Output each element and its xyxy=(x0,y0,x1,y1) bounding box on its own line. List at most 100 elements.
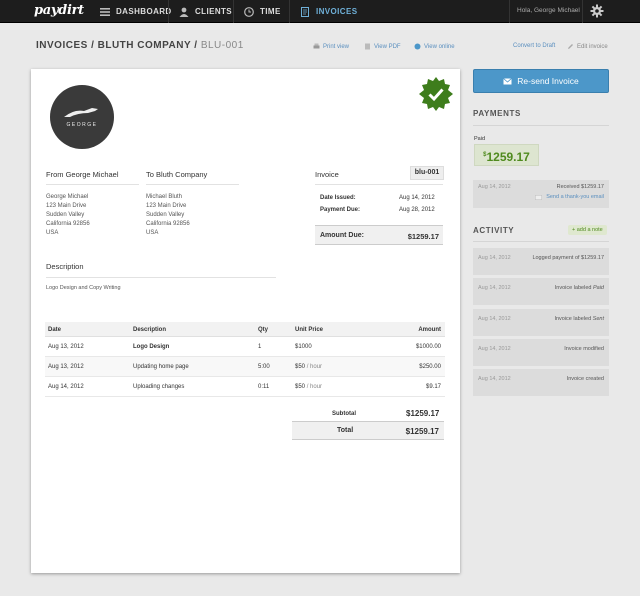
company-logo: GEORGE xyxy=(50,85,114,149)
gear-icon[interactable] xyxy=(590,4,604,18)
nav-label: DASHBOARD xyxy=(116,7,172,16)
address-line: California 92856 xyxy=(146,221,190,227)
convert-to-draft-link[interactable]: Convert to Draft xyxy=(513,43,555,49)
row-price: $1000 xyxy=(295,344,312,350)
nav-invoices[interactable]: INVOICES xyxy=(300,0,357,23)
activity-text: Invoice modified xyxy=(564,346,604,352)
activity-heading: ACTIVITY xyxy=(473,226,515,235)
activity-text-main: Invoice labeled xyxy=(554,285,593,291)
add-note-button[interactable]: + add a note xyxy=(568,225,607,235)
activity-text: Invoice labeled Sent xyxy=(554,316,604,322)
activity-date: Aug 14, 2012 xyxy=(478,316,511,322)
address-line: Sudden Valley xyxy=(46,212,85,218)
giraffe-logo-icon xyxy=(64,108,98,117)
breadcrumb-path[interactable]: INVOICES / BLUTH COMPANY / xyxy=(36,40,201,51)
from-address: George Michael 123 Main Drive Sudden Val… xyxy=(46,193,90,238)
total-box: Total $1259.17 xyxy=(292,421,444,440)
paid-check-badge-icon xyxy=(419,77,453,111)
table-row: Aug 13, 2012 Logo Design 1 $1000 $1000.0… xyxy=(45,337,445,357)
row-description: Logo Design xyxy=(133,344,170,350)
date-issued-value: Aug 14, 2012 xyxy=(399,195,435,201)
edit-invoice-link[interactable]: Edit invoice xyxy=(567,43,608,50)
activity-text-main: Invoice modified xyxy=(564,346,604,352)
row-date: Aug 14, 2012 xyxy=(48,384,84,390)
address-line: Michael Bluth xyxy=(146,194,183,200)
address-line: Sudden Valley xyxy=(146,212,185,218)
convert-to-draft-label: Convert to Draft xyxy=(513,43,556,49)
amount-due-box: Amount Due: $1259.17 xyxy=(315,225,443,245)
row-description: Uploading changes xyxy=(133,384,185,390)
address-line: 123 Main Drive xyxy=(46,203,87,209)
col-amount: Amount xyxy=(418,327,441,333)
activity-text-main: Logged payment of $1259.17 xyxy=(532,255,604,261)
activity-item: Aug 14, 2012 Invoice labeled Paid xyxy=(473,278,609,305)
nav-label: INVOICES xyxy=(316,7,358,16)
description-text: Logo Design and Copy Writing xyxy=(46,285,121,291)
view-pdf-link[interactable]: View PDF xyxy=(364,43,401,50)
amount-due-value: $1259.17 xyxy=(407,232,439,241)
row-amount: $9.17 xyxy=(425,384,441,390)
view-pdf-label: View PDF xyxy=(374,43,401,50)
invoice-document: GEORGE From George Michael To Bluth Comp… xyxy=(31,69,460,573)
person-icon xyxy=(179,7,189,17)
nav-clients[interactable]: CLIENTS xyxy=(179,0,232,23)
payment-text: Received $1259.17 xyxy=(556,184,604,190)
pdf-icon xyxy=(365,43,370,50)
pencil-icon xyxy=(568,44,573,49)
breadcrumb-current: BLU-001 xyxy=(200,40,244,51)
activity-date: Aug 14, 2012 xyxy=(478,376,511,382)
row-price-unit: / hour xyxy=(306,384,323,390)
activity-text: Invoice labeled Paid xyxy=(555,285,604,291)
row-price: $50 / hour xyxy=(295,384,322,390)
print-view-link[interactable]: Print view xyxy=(313,43,349,50)
row-price-value: $50 xyxy=(295,364,306,370)
top-nav-bar: paydirt DASHBOARD CLIENTS TIME INVOICES … xyxy=(0,0,640,23)
activity-text-emph: Paid xyxy=(592,285,604,291)
from-heading: From George Michael xyxy=(46,170,119,179)
activity-text: Logged payment of $1259.17 xyxy=(532,255,604,261)
app-logo[interactable]: paydirt xyxy=(34,3,84,18)
activity-date: Aug 14, 2012 xyxy=(478,255,511,261)
address-line: George Michael xyxy=(46,194,89,200)
nav-label: TIME xyxy=(260,7,281,16)
paid-value: 1259.17 xyxy=(486,150,530,164)
table-row: Aug 13, 2012 Updating home page 5:00 $50… xyxy=(45,357,445,377)
payment-due-value: Aug 28, 2012 xyxy=(399,207,435,213)
activity-item: Aug 14, 2012 Logged payment of $1259.17 xyxy=(473,248,609,275)
activity-text-main: Invoice labeled xyxy=(554,316,593,322)
activity-date: Aug 14, 2012 xyxy=(478,346,511,352)
col-qty: Qty xyxy=(258,327,269,333)
to-address: Michael Bluth 123 Main Drive Sudden Vall… xyxy=(146,193,190,238)
row-amount: $250.00 xyxy=(419,364,441,370)
address-line: USA xyxy=(146,230,159,236)
activity-text-emph: Sent xyxy=(592,316,604,322)
line-items-header: Date Description Qty Unit Price Amount xyxy=(45,322,445,337)
row-description: Updating home page xyxy=(133,364,189,370)
resend-label: Re-send Invoice xyxy=(517,76,579,86)
col-unit-price: Unit Price xyxy=(295,327,324,333)
nav-time[interactable]: TIME xyxy=(244,0,281,23)
user-greeting[interactable]: Hola, George Michael xyxy=(517,7,580,14)
payment-due-label: Payment Due: xyxy=(320,207,361,213)
send-thank-you-link[interactable]: Send a thank-you email xyxy=(535,194,604,200)
resend-invoice-button[interactable]: Re-send Invoice xyxy=(473,69,609,93)
send-thank-you-label: Send a thank-you email xyxy=(546,194,604,200)
envelope-icon xyxy=(503,77,513,84)
printer-icon xyxy=(313,43,320,49)
document-icon xyxy=(301,6,309,17)
row-qty: 0:11 xyxy=(258,384,270,390)
breadcrumb: INVOICES / BLUTH COMPANY / BLU-001 xyxy=(36,40,244,51)
activity-item: Aug 14, 2012 Invoice modified xyxy=(473,339,609,366)
row-price-value: $50 xyxy=(295,384,306,390)
address-line: 123 Main Drive xyxy=(146,203,187,209)
amount-due-label: Amount Due: xyxy=(320,232,364,239)
activity-date: Aug 14, 2012 xyxy=(478,285,511,291)
invoice-number: blu-001 xyxy=(410,166,444,180)
total-label: Total xyxy=(337,427,354,434)
activity-text: Invoice created xyxy=(567,376,604,382)
total-value: $1259.17 xyxy=(405,427,439,436)
nav-dashboard[interactable]: DASHBOARD xyxy=(100,0,172,23)
description-heading: Description xyxy=(46,262,84,271)
activity-item: Aug 14, 2012 Invoice labeled Sent xyxy=(473,309,609,336)
view-online-link[interactable]: View online xyxy=(414,43,455,50)
